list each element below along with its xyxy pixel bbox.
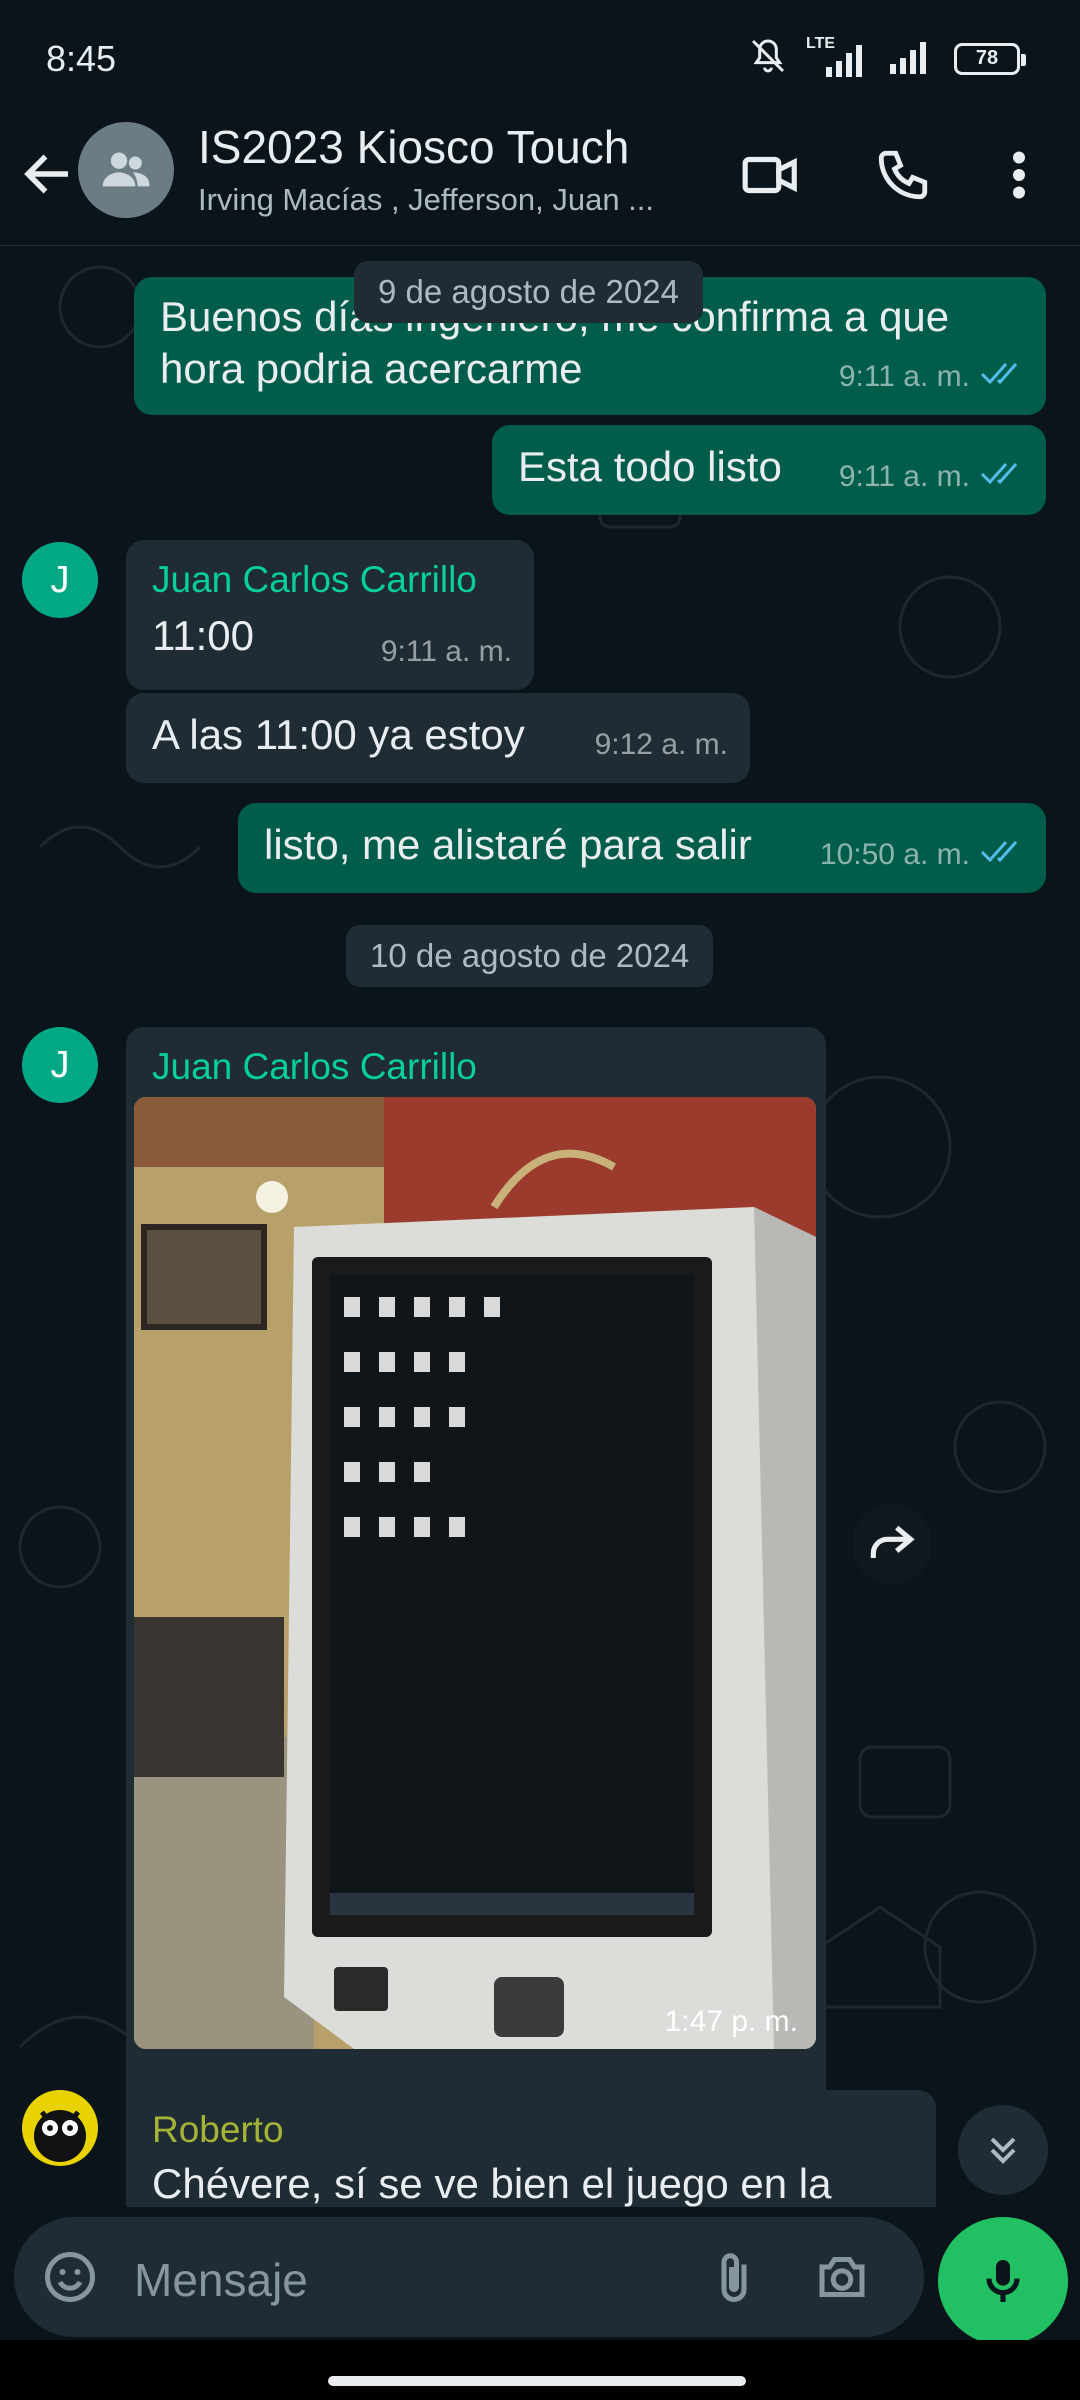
message-placeholder: Mensaje [134, 2254, 308, 2306]
message-meta: 9:11 a. m. [839, 351, 1024, 403]
status-bar: 8:45 LTE 78 [0, 0, 1080, 110]
message-time: 9:12 a. m. [594, 728, 728, 761]
status-icons: LTE 78 [748, 35, 1026, 81]
sender-avatar[interactable]: J [22, 542, 98, 618]
mic-icon [986, 2260, 1020, 2302]
message-text: 11:00 [152, 612, 254, 659]
back-arrow-icon[interactable] [18, 144, 78, 204]
status-time: 8:45 [46, 38, 117, 79]
navigation-bar [0, 2340, 1080, 2400]
date-separator: 9 de agosto de 2024 [354, 261, 703, 323]
sender-avatar[interactable]: J [22, 1027, 98, 1103]
sender-name[interactable]: Roberto [152, 2104, 284, 2156]
date-separator: 10 de agosto de 2024 [346, 925, 714, 987]
kiosk-photo[interactable]: 1:47 p. m. [134, 1097, 816, 2049]
composer-bar: Mensaje [0, 2207, 1080, 2345]
sender-name[interactable]: Juan Carlos Carrillo [152, 1041, 477, 1093]
message-bubble-incoming[interactable]: A las 11:00 ya estoy 9:12 a. m. [126, 693, 750, 783]
forward-icon[interactable] [852, 1504, 932, 1584]
chat-participants[interactable]: Irving Macías , Jefferson, Juan ... [198, 182, 708, 218]
sender-avatar-roberto[interactable] [22, 2090, 98, 2166]
message-bubble-outgoing[interactable]: Esta todo listo 9:11 a. m. [492, 425, 1046, 515]
chat-area[interactable]: Buenos días ingeniero, me confirma a que… [0, 247, 1080, 2207]
battery-icon: 78 [954, 42, 1026, 75]
message-time: 9:11 a. m. [380, 635, 512, 668]
message-bubble-incoming[interactable]: Juan Carlos Carrillo 11:00 9:11 a. m. [126, 540, 534, 690]
read-ticks-icon [980, 351, 1024, 403]
mute-bell-icon [748, 36, 788, 81]
message-time: 9:11 a. m. [838, 360, 970, 393]
message-bubble-incoming[interactable]: Roberto Chévere, sí se ve bien el juego … [126, 2090, 936, 2207]
camera-icon[interactable] [812, 2247, 872, 2312]
double-chevron-down-icon [990, 2137, 1016, 2164]
message-time: 9:11 a. m. [838, 460, 970, 493]
emoji-icon[interactable] [40, 2247, 100, 2312]
message-meta: 10:50 a. m. [820, 829, 1024, 881]
image-time: 1:47 p. m. [664, 2005, 798, 2038]
message-text: listo, me alistaré para salir [264, 821, 752, 868]
group-avatar-icon[interactable] [78, 122, 174, 218]
scroll-to-bottom-button[interactable] [958, 2105, 1048, 2195]
home-gesture-handle[interactable] [328, 2376, 746, 2386]
chat-header: IS2023 Kiosco Touch Irving Macías , Jeff… [0, 110, 1080, 246]
attach-icon[interactable] [704, 2247, 764, 2312]
video-call-icon[interactable] [736, 140, 806, 210]
more-options-icon[interactable] [984, 140, 1054, 210]
sender-name[interactable]: Juan Carlos Carrillo [152, 554, 477, 606]
message-text-line2: hora podria acercarme [160, 345, 583, 392]
message-input[interactable]: Mensaje [14, 2217, 924, 2337]
message-text: A las 11:00 ya estoy [152, 711, 525, 758]
owl-avatar-icon [34, 2110, 86, 2162]
message-text: Esta todo listo [518, 443, 782, 490]
mic-button[interactable] [938, 2217, 1068, 2345]
kiosk-photo-illustration [134, 1097, 816, 2049]
chat-title[interactable]: IS2023 Kiosco Touch [198, 120, 629, 174]
message-time: 10:50 a. m. [819, 838, 970, 871]
read-ticks-icon [980, 451, 1024, 503]
screen: 8:45 LTE 78 IS2023 Kiosco Touch Irving M… [0, 0, 1080, 2400]
read-ticks-icon [980, 829, 1024, 881]
message-text: Chévere, sí se ve bien el juego en la [152, 2160, 832, 2207]
battery-level: 78 [975, 47, 999, 69]
message-meta: 9:11 a. m. [839, 451, 1024, 503]
message-bubble-outgoing[interactable]: listo, me alistaré para salir 10:50 a. m… [238, 803, 1046, 893]
voice-call-icon[interactable] [868, 140, 938, 210]
signal-lte-icon: LTE [806, 35, 870, 79]
signal-icon [888, 36, 936, 81]
